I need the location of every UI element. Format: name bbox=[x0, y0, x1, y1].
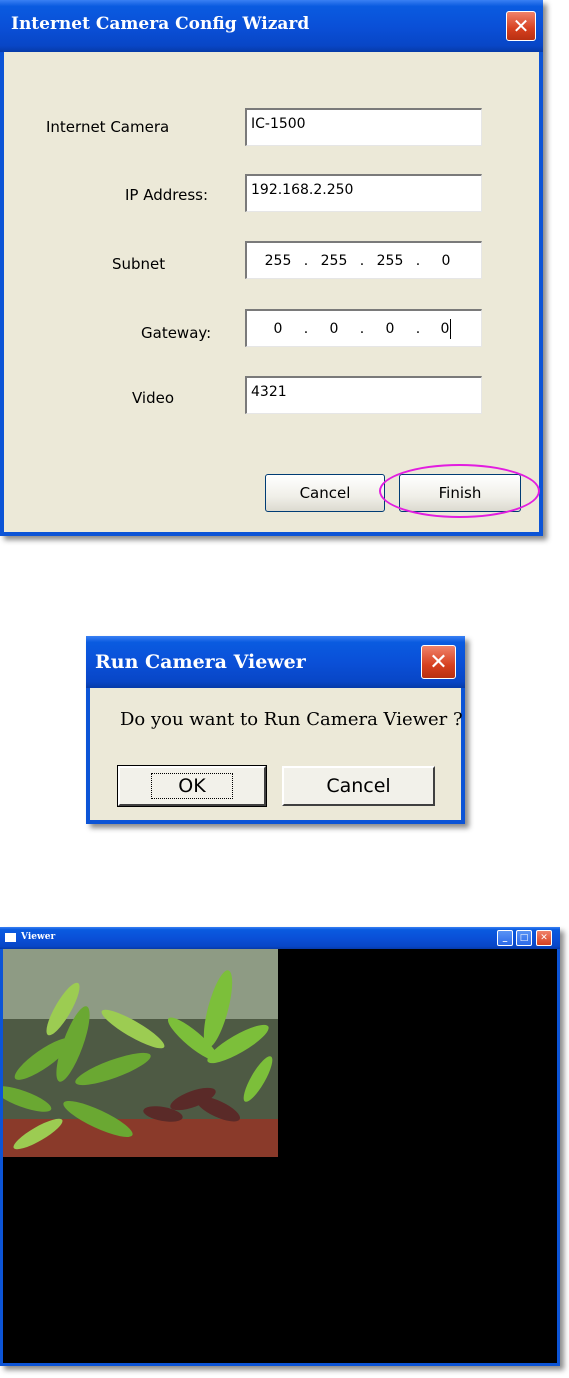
wizard-titlebar[interactable]: Internet Camera Config Wizard ✕ bbox=[0, 0, 543, 52]
subnet-octet[interactable]: 0 bbox=[427, 253, 465, 269]
ok-button[interactable]: OK bbox=[117, 765, 267, 807]
gateway-octet[interactable]: 0 bbox=[259, 321, 297, 337]
viewer-titlebar[interactable]: Viewer _ □ ✕ bbox=[0, 927, 560, 949]
wizard-close-button[interactable]: ✕ bbox=[506, 11, 536, 41]
gateway-octet[interactable]: 0 bbox=[427, 318, 465, 339]
run-viewer-title: Run Camera Viewer bbox=[95, 651, 306, 673]
gateway-field[interactable]: 0. 0. 0. 0 bbox=[245, 309, 482, 347]
minimize-button[interactable]: _ bbox=[497, 930, 513, 946]
maximize-icon: □ bbox=[519, 933, 529, 943]
video-port-label: Video bbox=[132, 389, 175, 407]
minimize-icon: _ bbox=[502, 933, 508, 943]
close-icon: ✕ bbox=[540, 933, 548, 943]
octet-separator: . bbox=[415, 252, 421, 269]
octet-separator: . bbox=[303, 320, 309, 337]
aquarium-plants-image bbox=[3, 949, 278, 1157]
subnet-octet[interactable]: 255 bbox=[371, 253, 409, 269]
camera-label: Internet Camera bbox=[46, 118, 170, 136]
subnet-octet[interactable]: 255 bbox=[315, 253, 353, 269]
run-camera-viewer-dialog: Run Camera Viewer ✕ Do you want to Run C… bbox=[86, 636, 465, 824]
gateway-label: Gateway: bbox=[141, 324, 212, 342]
octet-separator: . bbox=[359, 252, 365, 269]
maximize-button[interactable]: □ bbox=[516, 930, 532, 946]
run-viewer-question: Do you want to Run Camera Viewer ? bbox=[120, 709, 463, 730]
close-icon: ✕ bbox=[429, 649, 448, 675]
run-viewer-cancel-button[interactable]: Cancel bbox=[282, 766, 435, 806]
viewer-window: Viewer _ □ ✕ bbox=[0, 927, 560, 1366]
ip-address-field[interactable]: 192.168.2.250 bbox=[245, 174, 482, 212]
subnet-label: Subnet bbox=[112, 255, 166, 273]
octet-separator: . bbox=[359, 320, 365, 337]
subnet-octet[interactable]: 255 bbox=[259, 253, 297, 269]
ok-button-label: OK bbox=[151, 773, 233, 799]
wizard-title: Internet Camera Config Wizard bbox=[11, 14, 310, 34]
close-icon: ✕ bbox=[512, 14, 530, 38]
viewer-title: Viewer bbox=[21, 932, 56, 942]
wizard-cancel-button[interactable]: Cancel bbox=[265, 474, 385, 512]
gateway-octet-value: 0 bbox=[440, 320, 450, 337]
finish-highlight-annotation bbox=[379, 464, 540, 518]
ip-address-label: IP Address: bbox=[125, 186, 209, 204]
viewer-close-button[interactable]: ✕ bbox=[536, 930, 552, 946]
config-wizard-window: Internet Camera Config Wizard ✕ Internet… bbox=[0, 0, 543, 536]
run-viewer-titlebar[interactable]: Run Camera Viewer ✕ bbox=[86, 636, 465, 688]
run-viewer-body: Do you want to Run Camera Viewer ? OK Ca… bbox=[90, 688, 463, 820]
octet-separator: . bbox=[415, 320, 421, 337]
run-viewer-close-button[interactable]: ✕ bbox=[421, 645, 456, 679]
gateway-octet[interactable]: 0 bbox=[315, 321, 353, 337]
text-caret bbox=[450, 318, 452, 339]
camera-video-frame bbox=[3, 949, 278, 1157]
camera-name-field[interactable]: IC-1500 bbox=[245, 108, 482, 146]
gateway-octet[interactable]: 0 bbox=[371, 321, 409, 337]
octet-separator: . bbox=[303, 252, 309, 269]
wizard-body: Internet Camera IC-1500 IP Address: 192.… bbox=[4, 52, 539, 532]
video-port-field[interactable]: 4321 bbox=[245, 376, 482, 414]
viewer-video-area bbox=[3, 949, 557, 1363]
subnet-field[interactable]: 255. 255. 255. 0 bbox=[245, 241, 482, 279]
window-app-icon bbox=[5, 933, 16, 942]
